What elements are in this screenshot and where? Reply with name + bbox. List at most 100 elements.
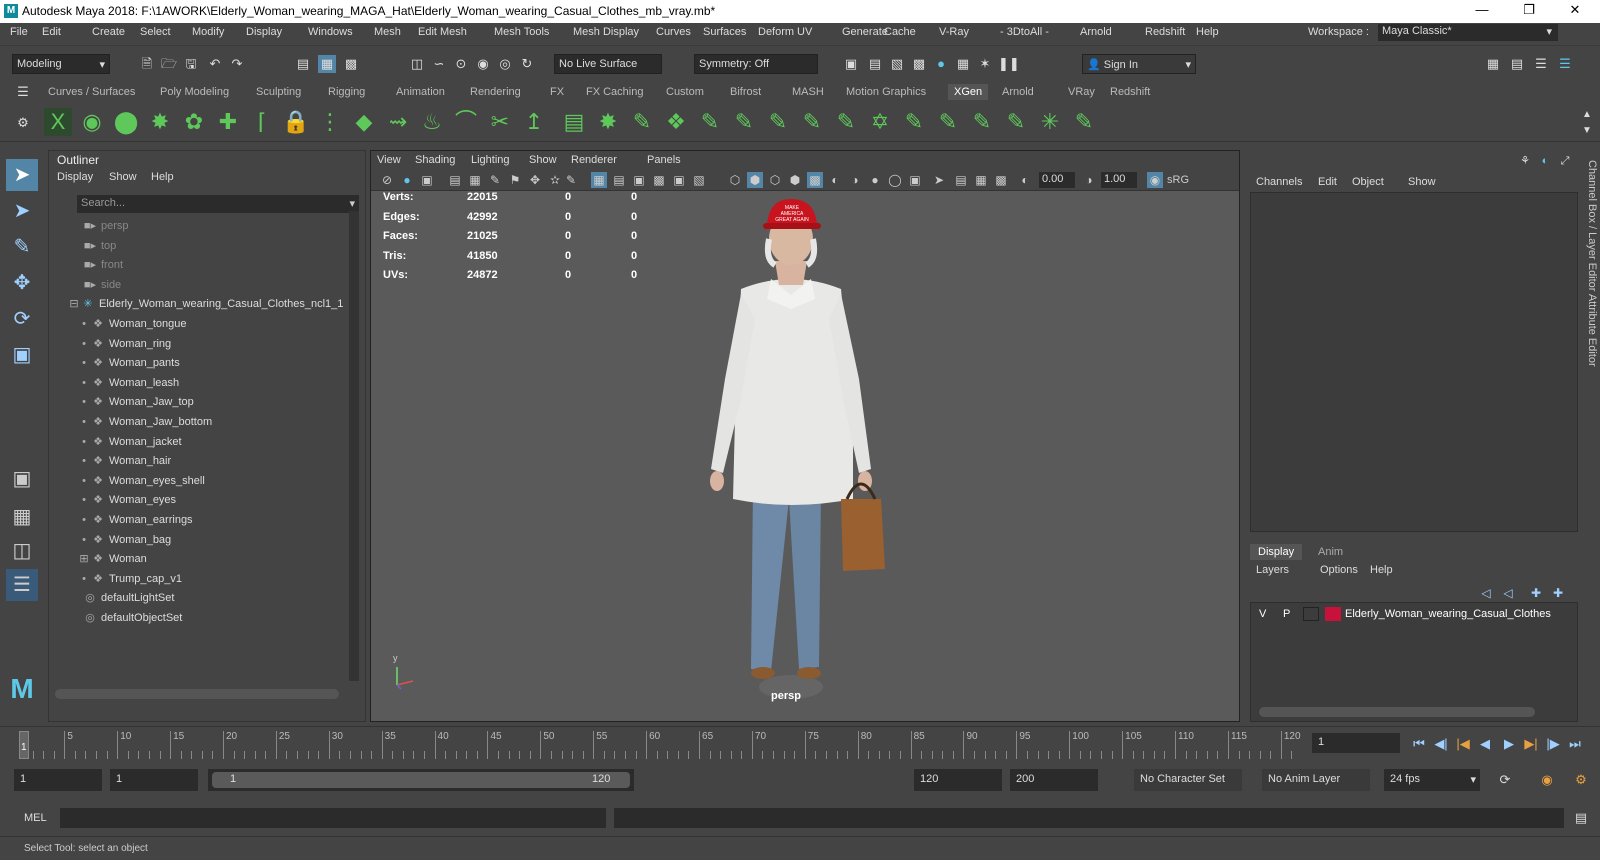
shelf-settings-icon[interactable]: ⚙: [14, 114, 32, 132]
shelf-tab-arnold[interactable]: Arnold: [996, 84, 1040, 100]
outliner-item[interactable]: • ❖ Woman_pants: [79, 356, 379, 375]
groom-smooth-icon[interactable]: ✎: [798, 108, 826, 136]
render-view-icon[interactable]: ▦: [954, 55, 972, 73]
viewport-menu-renderer[interactable]: Renderer: [571, 154, 617, 166]
menu-modify[interactable]: Modify: [192, 26, 224, 38]
isolate-icon[interactable]: ➤: [931, 172, 947, 188]
outliner-item[interactable]: • ❖ Woman_eyes: [79, 493, 379, 512]
outliner-search-input[interactable]: Search... ▾: [77, 195, 359, 213]
color-management-icon[interactable]: ◉: [1147, 172, 1163, 188]
rotate-tool-icon[interactable]: ⟳: [6, 303, 38, 335]
loop-icon[interactable]: ⟳: [1496, 771, 1514, 789]
textured-icon[interactable]: ⬢: [787, 172, 803, 188]
groom-pattern-icon[interactable]: ✳: [1036, 108, 1064, 136]
four-view-layout-icon[interactable]: ▦: [6, 501, 38, 533]
menu-edit-mesh[interactable]: Edit Mesh: [418, 26, 467, 38]
redo-icon[interactable]: ↷: [228, 55, 246, 73]
outliner-item[interactable]: ◎ defaultObjectSet: [83, 611, 383, 630]
layer-tab-anim[interactable]: Anim: [1310, 544, 1351, 560]
step-back-frame-icon[interactable]: ◀|: [1432, 735, 1450, 753]
menu-windows[interactable]: Windows: [308, 26, 353, 38]
outliner-vertical-scrollbar[interactable]: [349, 211, 359, 681]
maximize-button[interactable]: ❐: [1517, 2, 1541, 20]
go-to-start-icon[interactable]: ⏮: [1410, 735, 1428, 753]
lasso-tool-icon[interactable]: ➤: [6, 195, 38, 227]
shelf-tab-poly-modeling[interactable]: Poly Modeling: [154, 84, 235, 100]
shelf-tab-fx-caching[interactable]: FX Caching: [580, 84, 649, 100]
menu-mesh-display[interactable]: Mesh Display: [573, 26, 639, 38]
channel-box-icon[interactable]: ☰: [1556, 55, 1574, 73]
shelf-tab-redshift[interactable]: Redshift: [1104, 84, 1156, 100]
render-settings-icon[interactable]: ▩: [910, 55, 928, 73]
outliner-item[interactable]: ■▸ front: [83, 258, 383, 277]
viewport-menu-show[interactable]: Show: [529, 154, 557, 166]
pause-icon[interactable]: ❚❚: [998, 55, 1020, 73]
exposure-icon[interactable]: ◐: [1017, 172, 1033, 188]
ipr-render-icon[interactable]: ▧: [888, 55, 906, 73]
shelf-tab-fx[interactable]: FX: [544, 84, 570, 100]
groom-brush-grass-icon[interactable]: ▤: [560, 108, 588, 136]
snap-live-icon[interactable]: ↻: [518, 55, 536, 73]
groom-density-icon[interactable]: ✎: [1002, 108, 1030, 136]
gate-mask-icon[interactable]: ▩: [651, 172, 667, 188]
menu-file[interactable]: File: [10, 26, 28, 38]
snap-view-icon[interactable]: ◉: [474, 55, 492, 73]
close-button[interactable]: ✕: [1563, 2, 1587, 20]
undo-icon[interactable]: ↶: [206, 55, 224, 73]
play-backwards-icon[interactable]: ◀: [1476, 735, 1494, 753]
outliner-layout-icon[interactable]: ☰: [6, 569, 38, 601]
expand-icon[interactable]: ⤢: [1556, 152, 1574, 170]
menu-uv[interactable]: UV: [797, 26, 812, 38]
move-layer-up-icon[interactable]: ◁: [1478, 585, 1494, 601]
select-component-icon[interactable]: ▩: [342, 55, 360, 73]
outliner-item[interactable]: • ❖ Woman_leash: [79, 376, 379, 395]
animation-start-field[interactable]: 1: [14, 769, 102, 791]
xgen-editor-icon[interactable]: X: [44, 108, 72, 136]
menu-help[interactable]: Help: [1196, 26, 1219, 38]
film-gate-icon[interactable]: ▤: [611, 172, 627, 188]
time-slider[interactable]: 5 10 15 20 25 30 35 40 45 50 55 60 65 70 75 80 85 90 95 100…: [0, 726, 1600, 760]
modeling-toolkit-icon[interactable]: ▦: [1484, 55, 1502, 73]
outliner-item[interactable]: • ❖ Trump_cap_v1: [79, 572, 379, 591]
xray-icon[interactable]: ▤: [953, 172, 969, 188]
shelf-tab-custom[interactable]: Custom: [660, 84, 710, 100]
play-forwards-icon[interactable]: ▶: [1500, 735, 1518, 753]
screen-ao-icon[interactable]: ◑: [847, 172, 863, 188]
menu-create[interactable]: Create: [92, 26, 125, 38]
channel-menu-channels[interactable]: Channels: [1256, 176, 1302, 188]
interactive-groom-icon[interactable]: ♨: [418, 108, 446, 136]
outliner-item[interactable]: ⊟ ✳ Elderly_Woman_wearing_Casual_Clothes_n…: [69, 297, 369, 316]
layer-horizontal-scrollbar[interactable]: [1259, 707, 1535, 717]
menu-generate[interactable]: Generate: [842, 26, 888, 38]
viewport-menu-shading[interactable]: Shading: [415, 154, 455, 166]
viewport-menu-panels[interactable]: Panels: [647, 154, 681, 166]
shelf-tab-rendering[interactable]: Rendering: [464, 84, 527, 100]
tool-settings-icon[interactable]: ☰: [1532, 55, 1550, 73]
layer-menu-layers[interactable]: Layers: [1256, 564, 1289, 576]
menu--3dtoall-[interactable]: - 3DtoAll -: [1000, 26, 1049, 38]
minimize-button[interactable]: —: [1470, 2, 1494, 20]
layer-tab-display[interactable]: Display: [1250, 544, 1303, 560]
shelf-tab-xgen[interactable]: XGen: [948, 84, 989, 100]
go-to-end-icon[interactable]: ⏭: [1566, 735, 1584, 753]
step-back-key-icon[interactable]: |◀: [1454, 735, 1472, 753]
live-surface-field[interactable]: No Live Surface: [554, 54, 662, 74]
smooth-shade-icon[interactable]: ⬢: [747, 172, 763, 188]
shadows-icon[interactable]: ◐: [827, 172, 843, 188]
groom-noise-icon[interactable]: ✎: [832, 108, 860, 136]
anim-layer-dropdown[interactable]: No Anim Layer: [1262, 769, 1370, 791]
outliner-item[interactable]: • ❖ Woman_Jaw_bottom: [79, 415, 379, 434]
gamma-icon[interactable]: ◑: [1081, 172, 1097, 188]
wireframe-shaded-icon[interactable]: ✎: [563, 172, 579, 188]
viewport-menu-lighting[interactable]: Lighting: [471, 154, 510, 166]
shelf-tab-animation[interactable]: Animation: [390, 84, 451, 100]
guide-sculpt-icon[interactable]: ⌈: [248, 108, 276, 136]
shelf-tab-bifrost[interactable]: Bifrost: [724, 84, 767, 100]
groom-cut-icon[interactable]: ✎: [730, 108, 758, 136]
animation-end-field[interactable]: 200: [1010, 769, 1098, 791]
menu-cache[interactable]: Cache: [884, 26, 916, 38]
step-forward-key-icon[interactable]: ▶|: [1522, 735, 1540, 753]
outliner-menu-help[interactable]: Help: [151, 171, 174, 183]
sign-in-button[interactable]: 👤 Sign In ▾: [1082, 54, 1196, 74]
bookmarks-icon[interactable]: ▣: [419, 172, 435, 188]
